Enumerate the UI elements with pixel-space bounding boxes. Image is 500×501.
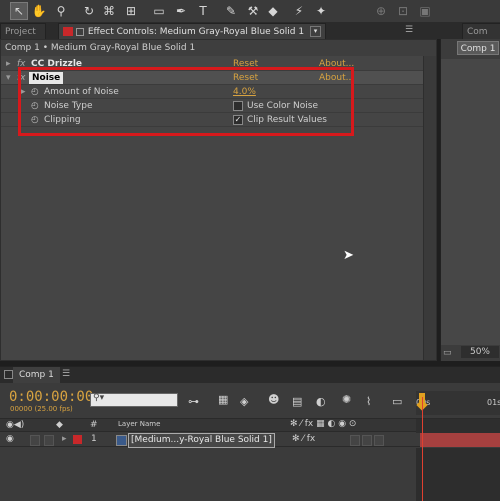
selection-tool-icon[interactable]: ↖ bbox=[10, 2, 28, 20]
puppet-tool-icon[interactable]: ✦ bbox=[312, 2, 330, 20]
mask-tool-icon[interactable]: ▭ bbox=[150, 2, 168, 20]
ruler-next-label: 01s bbox=[487, 398, 500, 407]
solo-toggle[interactable] bbox=[30, 435, 40, 446]
axis-view-icon[interactable]: ▣ bbox=[416, 2, 434, 20]
shy-layers-icon[interactable]: ☻ bbox=[268, 393, 279, 406]
label-color-swatch[interactable] bbox=[73, 435, 82, 444]
brush-tool-icon[interactable]: ✎ bbox=[222, 2, 240, 20]
search-icon: ⚲▾ bbox=[93, 393, 105, 403]
track-header bbox=[416, 419, 500, 433]
hand-tool-icon[interactable]: ✋ bbox=[30, 2, 48, 20]
layer-duration-bar[interactable] bbox=[420, 433, 500, 447]
layer-name[interactable]: [Medium...y-Royal Blue Solid 1] bbox=[128, 433, 275, 448]
layer-number-header: # bbox=[90, 420, 98, 430]
clone-stamp-tool-icon[interactable]: ⚒ bbox=[244, 2, 262, 20]
region-icon[interactable]: ▭ bbox=[443, 348, 452, 358]
effect-controls-color-icon bbox=[63, 27, 73, 36]
timeline-tab-bar: Comp 1 ☰ bbox=[0, 367, 500, 383]
zoom-tool-icon[interactable]: ⚲ bbox=[52, 2, 70, 20]
switch-box[interactable] bbox=[350, 435, 360, 446]
scrollbar[interactable] bbox=[423, 56, 436, 360]
label-icon: ◆ bbox=[56, 420, 63, 430]
collapse-arrow-icon[interactable]: ▾ bbox=[6, 71, 11, 85]
av-features-icons: ◉◀) bbox=[6, 420, 25, 430]
highlight-box bbox=[18, 67, 354, 136]
eraser-tool-icon[interactable]: ◆ bbox=[264, 2, 282, 20]
tab-comp-1[interactable]: Comp 1 bbox=[13, 367, 60, 383]
pen-tool-icon[interactable]: ✒ bbox=[172, 2, 190, 20]
expand-arrow-icon[interactable]: ▸ bbox=[6, 57, 11, 71]
tab-composition[interactable]: Com bbox=[462, 23, 500, 39]
frame-info: 00000 (25.00 fps) bbox=[10, 405, 73, 413]
comp-mini-flowchart-icon[interactable]: ⊶ bbox=[188, 395, 199, 408]
composition-panel: Comp 1 ▭ 50% bbox=[440, 39, 500, 361]
switch-box[interactable] bbox=[374, 435, 384, 446]
axis-local-icon[interactable]: ⊕ bbox=[372, 2, 390, 20]
comp-button[interactable]: Comp 1 bbox=[457, 41, 499, 55]
chevron-down-icon[interactable]: ▾ bbox=[310, 26, 321, 37]
axis-world-icon[interactable]: ⊡ bbox=[394, 2, 412, 20]
mouse-cursor-icon: ➤ bbox=[343, 248, 354, 263]
tab-effect-controls-label: Effect Controls: Medium Gray-Royal Blue … bbox=[87, 26, 305, 37]
tab-effect-controls[interactable]: Effect Controls: Medium Gray-Royal Blue … bbox=[58, 23, 326, 39]
pan-behind-tool-icon[interactable]: ⊞ bbox=[122, 2, 140, 20]
layer-name-header[interactable]: Layer Name bbox=[118, 420, 160, 428]
layer-list-empty-area bbox=[0, 448, 416, 501]
motion-blur-icon[interactable]: ◐ bbox=[316, 395, 326, 408]
draft-3d-icon[interactable]: ◈ bbox=[240, 395, 248, 408]
text-tool-icon[interactable]: T bbox=[194, 2, 212, 20]
camera-tool-icon[interactable]: ⌘ bbox=[100, 2, 118, 20]
panel-menu-icon[interactable]: ☰ bbox=[405, 25, 413, 35]
lock-toggle[interactable] bbox=[44, 435, 54, 446]
switches-header-icons: ✻ ⁄ fx ▦ ◐ ◉ ⊙ bbox=[290, 419, 357, 429]
toolbar: ↖ ✋ ⚲ ↻ ⌘ ⊞ ▭ ✒ T ✎ ⚒ ◆ ⚡ ✦ ⊕ ⊡ ▣ bbox=[0, 0, 500, 23]
timecode[interactable]: 0:00:00:00 bbox=[9, 389, 93, 405]
table-row[interactable]: ◉ ▸ 1 [Medium...y-Royal Blue Solid 1] ✻ … bbox=[0, 433, 500, 448]
solid-icon bbox=[116, 435, 127, 446]
panel-tab-bar: Project Effect Controls: Medium Gray-Roy… bbox=[0, 22, 500, 39]
switch-box[interactable] bbox=[362, 435, 372, 446]
rotate-tool-icon[interactable]: ↻ bbox=[80, 2, 98, 20]
brainstorm-icon[interactable]: ✺ bbox=[342, 393, 351, 406]
layer-column-header: ◉◀) ◆ # Layer Name ✻ ⁄ fx ▦ ◐ ◉ ⊙ bbox=[0, 418, 500, 433]
expand-arrow-icon[interactable]: ▸ bbox=[62, 434, 67, 444]
frame-blending-icon[interactable]: ▤ bbox=[292, 395, 302, 408]
search-input[interactable]: ⚲▾ bbox=[90, 393, 178, 407]
graph-editor-icon[interactable]: ⌇ bbox=[366, 395, 371, 408]
live-update-icon[interactable]: ▦ bbox=[218, 393, 228, 406]
roto-brush-tool-icon[interactable]: ⚡ bbox=[290, 2, 308, 20]
composition-viewer[interactable] bbox=[441, 59, 500, 345]
zoom-dropdown[interactable]: 50% bbox=[461, 346, 499, 358]
effect-panel-header: Comp 1 • Medium Gray-Royal Blue Solid 1 bbox=[1, 40, 436, 56]
layer-switches-icons[interactable]: ✻ ⁄ fx bbox=[292, 434, 315, 444]
eye-icon[interactable]: ◉ bbox=[6, 434, 14, 444]
close-icon[interactable] bbox=[75, 27, 84, 36]
tab-project-label: Project bbox=[5, 27, 36, 37]
track-empty-area bbox=[416, 448, 500, 501]
tab-composition-label: Com bbox=[467, 27, 488, 37]
current-time-indicator[interactable] bbox=[422, 397, 423, 501]
layer-number: 1 bbox=[91, 434, 97, 444]
time-ruler[interactable]: 00s 01s bbox=[416, 391, 500, 415]
close-icon[interactable] bbox=[4, 370, 13, 379]
panel-menu-icon[interactable]: ☰ bbox=[62, 369, 70, 379]
timeline-panel: Comp 1 ☰ 0:00:00:00 00000 (25.00 fps) ⚲▾… bbox=[0, 366, 500, 501]
tab-project[interactable]: Project bbox=[0, 23, 46, 39]
render-queue-icon[interactable]: ▭ bbox=[392, 395, 402, 408]
